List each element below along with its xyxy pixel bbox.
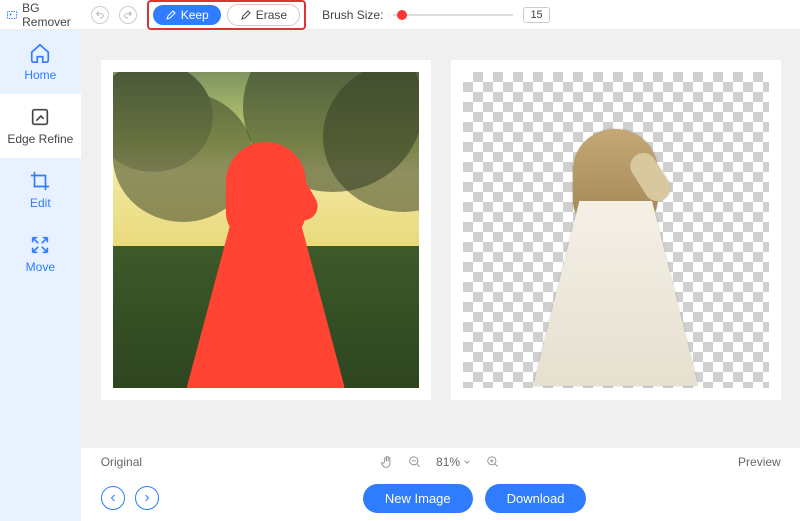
erase-label: Erase (256, 8, 287, 22)
sidebar: BG Remover Home Edge Refine Edit Move (0, 0, 81, 521)
sidebar-label-move: Move (26, 260, 55, 274)
brush-erase-icon (240, 9, 252, 21)
new-image-button[interactable]: New Image (363, 484, 473, 513)
app-logo: BG Remover (0, 0, 81, 30)
undo-icon (95, 10, 105, 20)
prev-button[interactable] (101, 486, 125, 510)
zoom-level: 81% (436, 455, 472, 469)
preview-image (463, 72, 769, 388)
original-label: Original (101, 455, 142, 469)
canvas-area (81, 30, 800, 447)
next-button[interactable] (135, 486, 159, 510)
erase-button[interactable]: Erase (227, 4, 300, 26)
action-bar: New Image Download (81, 475, 800, 521)
slider-track (393, 14, 513, 16)
main-area: Keep Erase Brush Size: 15 (81, 0, 800, 521)
figure-mask (182, 142, 350, 379)
sidebar-label-home: Home (24, 68, 56, 82)
slider-thumb[interactable] (397, 10, 407, 20)
brush-keep-icon (165, 9, 177, 21)
chevron-left-icon (107, 492, 119, 504)
chevron-right-icon (141, 492, 153, 504)
download-button[interactable]: Download (485, 484, 587, 513)
logo-icon (6, 7, 18, 23)
brush-size-value[interactable]: 15 (523, 7, 549, 23)
redo-button[interactable] (119, 6, 137, 24)
figure-dress (186, 212, 346, 388)
original-panel[interactable] (101, 60, 431, 400)
preview-dress (533, 201, 698, 386)
preview-figure (527, 129, 704, 382)
app-title: BG Remover (22, 1, 75, 29)
home-icon (29, 42, 51, 64)
sidebar-item-edge-refine[interactable]: Edge Refine (0, 94, 81, 158)
redo-icon (123, 10, 133, 20)
edge-refine-icon (29, 106, 51, 128)
zoom-out-icon[interactable] (408, 455, 422, 469)
chevron-down-icon[interactable] (462, 457, 472, 467)
zoom-in-icon[interactable] (486, 455, 500, 469)
crop-icon (29, 170, 51, 192)
app-root: BG Remover Home Edge Refine Edit Move (0, 0, 800, 521)
highlight-box: Keep Erase (147, 0, 306, 30)
brush-size-label: Brush Size: (322, 8, 383, 22)
original-image (113, 72, 419, 388)
preview-panel[interactable] (451, 60, 781, 400)
keep-label: Keep (181, 8, 209, 22)
zoom-value: 81% (436, 455, 460, 469)
preview-label: Preview (738, 455, 781, 469)
sidebar-label-edge-refine: Edge Refine (7, 132, 73, 146)
undo-button[interactable] (91, 6, 109, 24)
sidebar-label-edit: Edit (30, 196, 51, 210)
toolbar: Keep Erase Brush Size: 15 (81, 0, 800, 30)
hand-tool-icon[interactable] (380, 455, 394, 469)
sidebar-item-edit[interactable]: Edit (0, 158, 81, 222)
brush-size-slider[interactable] (393, 6, 513, 24)
status-bar: Original 81% Preview (81, 447, 800, 475)
expand-icon (29, 234, 51, 256)
sidebar-item-home[interactable]: Home (0, 30, 81, 94)
sidebar-item-move[interactable]: Move (0, 222, 81, 286)
keep-button[interactable]: Keep (153, 5, 221, 25)
